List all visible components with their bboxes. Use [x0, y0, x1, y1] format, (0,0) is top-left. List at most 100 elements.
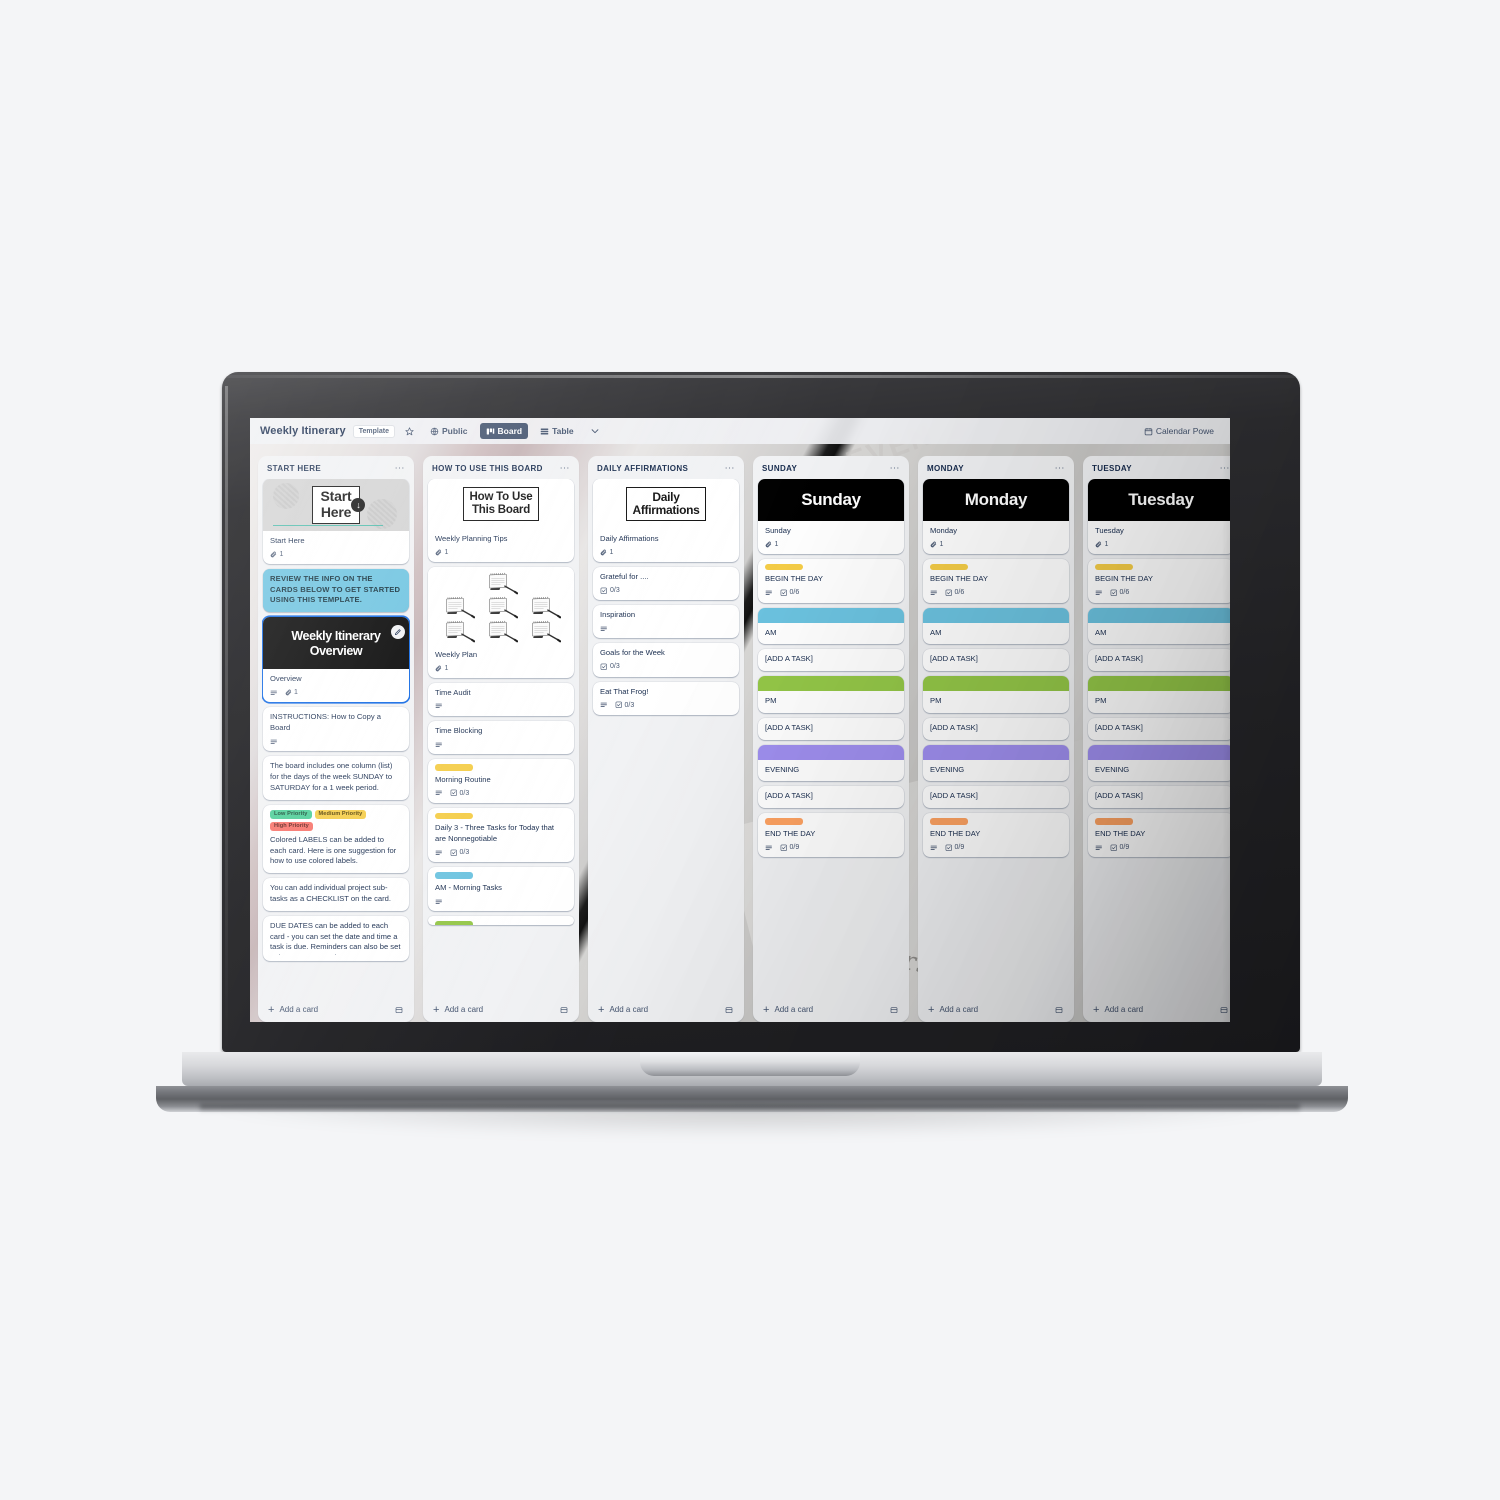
more-views-button[interactable]	[586, 423, 604, 439]
card[interactable]: AM	[758, 607, 904, 645]
card[interactable]: AM	[923, 607, 1069, 645]
card-label[interactable]	[765, 818, 803, 825]
list-title[interactable]: TUESDAY	[1092, 464, 1132, 473]
list-column[interactable]: START HERE ⋯ Start Here ↓ Start Here 1 REVIEW T…	[258, 456, 414, 1022]
card[interactable]: Time Blocking	[428, 720, 574, 755]
card-label[interactable]	[765, 563, 803, 571]
card[interactable]: END THE DAY 0/9	[1088, 813, 1230, 858]
card[interactable]: Time Audit	[428, 682, 574, 716]
list-actions-icon[interactable]: ⋯	[395, 463, 406, 473]
list-actions-icon[interactable]: ⋯	[560, 463, 571, 473]
list-column[interactable]: SUNDAY ⋯ Sunday Sunday 1 BEGIN THE DAY 0/6 AM [A…	[753, 456, 909, 1022]
list-column[interactable]: DAILY AFFIRMATIONS ⋯ Daily Affirmations Dail…	[588, 456, 744, 1022]
card[interactable]: Monday Monday 1	[923, 479, 1069, 554]
card[interactable]: [ADD A TASK]	[758, 649, 904, 672]
list-actions-icon[interactable]: ⋯	[1055, 463, 1066, 473]
label-chip[interactable]: Low Priority	[270, 809, 312, 819]
card[interactable]: Morning Routine 0/3	[428, 759, 574, 803]
card[interactable]: AM	[1088, 607, 1230, 645]
card-label[interactable]	[435, 764, 473, 771]
card-label[interactable]	[930, 563, 968, 571]
card-label[interactable]	[930, 818, 968, 825]
add-card-button[interactable]: + Add a card	[262, 998, 410, 1022]
list-title[interactable]: HOW TO USE THIS BOARD	[432, 464, 543, 473]
card[interactable]: [ADD A TASK]	[923, 786, 1069, 809]
label-chip[interactable]: Medium Priority	[314, 809, 367, 819]
description-icon	[930, 589, 938, 597]
list-actions-icon[interactable]: ⋯	[725, 463, 736, 473]
card[interactable]: END THE DAY 0/9	[758, 813, 904, 858]
list-column[interactable]: TUESDAY⋯ Tuesday Tuesday 1 BEGIN THE DAY 0/6 A…	[1083, 456, 1230, 1022]
card[interactable]: Goals for the Week 0/3	[593, 643, 739, 677]
list-title[interactable]: SUNDAY	[762, 464, 797, 473]
label-chip[interactable]: High Priority	[270, 821, 313, 831]
card-template-icon[interactable]	[1055, 1006, 1063, 1014]
add-card-button[interactable]: + Add a card	[427, 998, 575, 1022]
card-label[interactable]	[1095, 563, 1133, 571]
card-template-icon[interactable]	[890, 1006, 898, 1014]
card[interactable]: [ADD A TASK]	[923, 649, 1069, 672]
card[interactable]: Eat That Frog! 0/3	[593, 681, 739, 715]
add-card-button[interactable]: + Add a card	[592, 998, 740, 1022]
card[interactable]: [ADD A TASK]	[923, 717, 1069, 740]
card[interactable]: BEGIN THE DAY 0/6	[1088, 558, 1230, 603]
card[interactable]: PM	[1088, 676, 1230, 713]
card-label[interactable]	[435, 921, 473, 926]
visibility-button[interactable]: Public	[424, 423, 474, 439]
card[interactable]: [ADD A TASK]	[1088, 649, 1230, 672]
card[interactable]: Weekly Itinerary Overview Overview 1	[263, 617, 409, 703]
list-actions-icon[interactable]: ⋯	[890, 463, 901, 473]
card-title: Colored LABELS can be added to each card…	[270, 834, 397, 866]
card[interactable]: PM	[758, 676, 904, 713]
card-template-icon[interactable]	[560, 1006, 568, 1014]
card[interactable]: [ADD A TASK]	[1088, 717, 1230, 740]
card[interactable]: Grateful for .... 0/3	[593, 566, 739, 601]
card[interactable]: [ADD A TASK]	[758, 786, 904, 809]
card[interactable]: REVIEW THE INFO ON THE CARDS BELOW TO GE…	[263, 568, 409, 613]
card-label[interactable]	[1095, 818, 1133, 825]
card[interactable]: You can add individual project sub-tasks…	[263, 878, 409, 911]
card[interactable]: Start Here ↓ Start Here 1	[263, 479, 409, 564]
list-column[interactable]: MONDAY ⋯ Monday Monday 1 BEGIN THE DAY 0/6 AM [A…	[918, 456, 1074, 1022]
card[interactable]: EVENING	[1088, 744, 1230, 782]
card[interactable]: The board includes one column (list) for…	[263, 756, 409, 800]
list-title[interactable]: START HERE	[267, 464, 321, 473]
card[interactable]: How To Use This Board Weekly Planning Tips…	[428, 479, 574, 562]
card[interactable]: EVENING	[923, 744, 1069, 782]
list-column[interactable]: HOW TO USE THIS BOARD ⋯ How To Use This Boa…	[423, 456, 579, 1022]
card[interactable]: INSTRUCTIONS: How to Copy a Board	[263, 707, 409, 752]
card[interactable]: Daily Affirmations Daily Affirmations 1	[593, 479, 739, 562]
tab-table[interactable]: Table	[534, 423, 580, 439]
add-card-button[interactable]: + Add a card	[757, 998, 905, 1022]
card[interactable]: AM - Morning Tasks	[428, 867, 574, 912]
list-title[interactable]: DAILY AFFIRMATIONS	[597, 464, 688, 473]
card-template-icon[interactable]	[725, 1006, 733, 1014]
card[interactable]: Tuesday Tuesday 1	[1088, 479, 1230, 554]
card[interactable]: [ADD A TASK]	[758, 717, 904, 740]
card[interactable]: END THE DAY 0/9	[923, 813, 1069, 858]
board-canvas[interactable]: START HERE ⋯ Start Here ↓ Start Here 1 REVIEW T…	[250, 444, 1230, 1022]
card[interactable]: [ADD A TASK]	[1088, 786, 1230, 809]
add-card-button[interactable]: + Add a card	[1087, 998, 1230, 1022]
card[interactable]: EVENING	[758, 744, 904, 782]
tab-board[interactable]: Board	[479, 423, 529, 439]
card[interactable]: Weekly Plan 1	[428, 566, 574, 678]
card[interactable]: Daily 3 - Three Tasks for Today that are…	[428, 807, 574, 863]
card-template-icon[interactable]	[395, 1006, 403, 1014]
edit-pencil-icon[interactable]	[391, 625, 405, 640]
card[interactable]: PM	[923, 676, 1069, 713]
card[interactable]: DUE DATES can be added to each card - yo…	[263, 915, 409, 961]
card[interactable]: BEGIN THE DAY 0/6	[758, 558, 904, 603]
card[interactable]: Low Priority Medium Priority High Priority…	[263, 804, 409, 874]
card-badge-text: 0/9	[789, 843, 800, 851]
calendar-powerup-button[interactable]: Calendar Powe	[1138, 423, 1220, 439]
add-card-button[interactable]: + Add a card	[922, 998, 1070, 1022]
card[interactable]: Inspiration	[593, 605, 739, 639]
card[interactable]: Sunday Sunday 1	[758, 479, 904, 554]
list-title[interactable]: MONDAY	[927, 464, 964, 473]
card[interactable]: BEGIN THE DAY 0/6	[923, 558, 1069, 603]
card[interactable]	[428, 916, 574, 926]
card-label[interactable]	[435, 872, 473, 879]
card-label[interactable]	[435, 812, 473, 820]
star-button[interactable]	[401, 424, 418, 439]
